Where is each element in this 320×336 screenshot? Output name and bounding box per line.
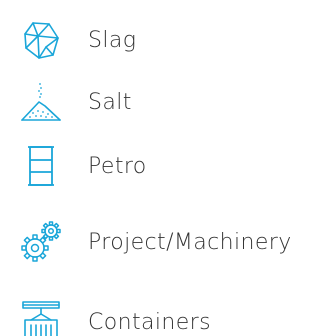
container-crane-icon	[17, 298, 65, 336]
list-item-petro[interactable]: Petro	[0, 138, 320, 194]
list-item-label: Petro	[88, 153, 147, 179]
slag-rock-icon	[17, 16, 65, 64]
list-item-label: Slag	[88, 27, 137, 53]
list-item-salt[interactable]: Salt	[0, 74, 320, 130]
list-item-label: Project/Machinery	[88, 229, 292, 255]
list-item-project-machinery[interactable]: Project/Machinery	[0, 214, 320, 270]
list-item-slag[interactable]: Slag	[0, 12, 320, 68]
list-item-containers[interactable]: Containers	[0, 294, 320, 336]
gears-icon	[17, 218, 65, 266]
salt-pile-icon	[17, 78, 65, 126]
list-item-label: Containers	[88, 309, 211, 335]
list-item-label: Salt	[88, 89, 132, 115]
cargo-type-list: Slag Salt Petro Project/Machinery Contai…	[0, 0, 320, 336]
oil-barrel-icon	[17, 142, 65, 190]
